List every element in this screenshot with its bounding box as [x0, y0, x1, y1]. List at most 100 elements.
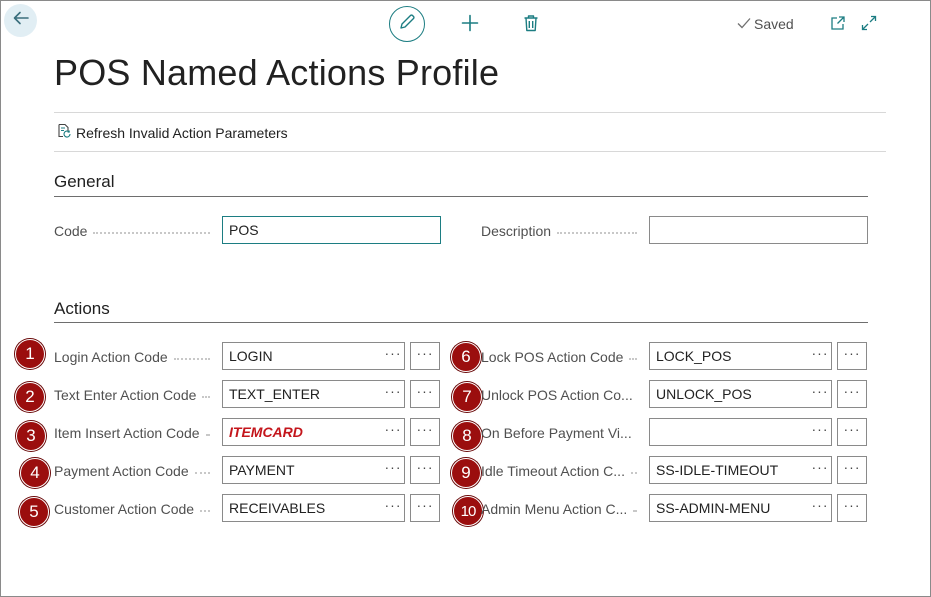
label-text: Text Enter Action Code — [54, 387, 197, 403]
label-text: Item Insert Action Code — [54, 425, 200, 441]
admin-menu-action-code-label: Admin Menu Action C... — [481, 500, 643, 518]
idle-timeout-action-code-field[interactable]: SS-IDLE-TIMEOUT ··· — [649, 456, 832, 484]
admin-menu-action-code-field[interactable]: SS-ADMIN-MENU ··· — [649, 494, 832, 522]
expand-icon — [861, 15, 877, 36]
description-field[interactable] — [649, 216, 868, 244]
lookup-ellipsis-icon[interactable]: ··· — [809, 384, 831, 404]
lookup-ellipsis-icon[interactable]: ··· — [382, 384, 404, 404]
actions-section-title: Actions — [54, 299, 110, 318]
assist-edit-button[interactable]: ··· — [837, 418, 867, 446]
field-value: RECEIVABLES — [229, 500, 326, 516]
item-insert-action-code-label: Item Insert Action Code — [54, 424, 216, 442]
unlock-pos-action-code-label: Unlock POS Action Co... — [481, 386, 643, 404]
general-section-divider — [54, 196, 868, 197]
label-text: Idle Timeout Action C... — [481, 463, 625, 479]
assist-edit-button[interactable]: ··· — [837, 342, 867, 370]
callout-badge: 5 — [19, 497, 49, 527]
lookup-ellipsis-icon[interactable]: ··· — [809, 346, 831, 366]
callout-badge: 8 — [452, 421, 482, 451]
assist-edit-button[interactable]: ··· — [837, 456, 867, 484]
plus-icon — [461, 14, 479, 37]
assist-edit-button[interactable]: ··· — [410, 380, 440, 408]
lookup-ellipsis-icon[interactable]: ··· — [809, 498, 831, 518]
label-text: Customer Action Code — [54, 501, 195, 517]
field-value: UNLOCK_POS — [656, 386, 752, 402]
callout-badge: 7 — [452, 382, 482, 412]
assist-edit-button[interactable]: ··· — [410, 494, 440, 522]
label-text: On Before Payment Vi... — [481, 425, 632, 441]
label-text: Unlock POS Action Co... — [481, 387, 633, 403]
callout-badge: 1 — [15, 339, 45, 369]
code-label: Code — [54, 222, 216, 240]
field-value-invalid: ITEMCARD — [229, 424, 303, 440]
field-value: TEXT_ENTER — [229, 386, 321, 402]
callout-badge: 4 — [20, 458, 50, 488]
on-before-payment-view-label: On Before Payment Vi... — [481, 424, 643, 442]
refresh-document-icon — [56, 123, 72, 142]
lookup-ellipsis-icon[interactable]: ··· — [382, 498, 404, 518]
label-text: Admin Menu Action C... — [481, 501, 628, 517]
lookup-ellipsis-icon[interactable]: ··· — [382, 422, 404, 442]
general-section-title: General — [54, 172, 115, 191]
open-in-new-window-icon — [830, 15, 846, 36]
login-action-code-field[interactable]: LOGIN ··· — [222, 342, 405, 370]
expand-button[interactable] — [860, 15, 878, 36]
new-button[interactable] — [459, 14, 481, 36]
back-button[interactable] — [4, 4, 37, 37]
customer-action-code-field[interactable]: RECEIVABLES ··· — [222, 494, 405, 522]
assist-edit-button[interactable]: ··· — [837, 380, 867, 408]
field-value: LOCK_POS — [656, 348, 732, 364]
payment-action-code-label: Payment Action Code — [54, 462, 216, 480]
payment-action-code-field[interactable]: PAYMENT ··· — [222, 456, 405, 484]
divider — [54, 151, 886, 152]
field-value: SS-ADMIN-MENU — [656, 500, 771, 516]
code-value: POS — [229, 222, 259, 238]
lookup-ellipsis-icon[interactable]: ··· — [809, 422, 831, 442]
unlock-pos-action-code-field[interactable]: UNLOCK_POS ··· — [649, 380, 832, 408]
divider — [54, 112, 886, 113]
lookup-ellipsis-icon[interactable]: ··· — [809, 460, 831, 480]
callout-badge: 2 — [15, 382, 45, 412]
lock-pos-action-code-label: Lock POS Action Code — [481, 348, 643, 366]
assist-edit-button[interactable]: ··· — [410, 418, 440, 446]
code-field[interactable]: POS — [222, 216, 441, 244]
pencil-icon — [398, 13, 416, 36]
login-action-code-label: Login Action Code — [54, 348, 216, 366]
lookup-ellipsis-icon[interactable]: ··· — [382, 460, 404, 480]
idle-timeout-action-code-label: Idle Timeout Action C... — [481, 462, 643, 480]
edit-button[interactable] — [389, 6, 425, 42]
refresh-invalid-action-parameters-action[interactable]: Refresh Invalid Action Parameters — [56, 123, 288, 142]
checkmark-icon — [737, 16, 751, 32]
page-title: POS Named Actions Profile — [54, 52, 500, 93]
description-label: Description — [481, 222, 643, 240]
open-new-window-button[interactable] — [829, 15, 847, 36]
trash-icon — [523, 14, 539, 37]
arrow-left-icon — [12, 9, 30, 32]
field-value: PAYMENT — [229, 462, 295, 478]
refresh-invalid-action-parameters-label: Refresh Invalid Action Parameters — [76, 124, 288, 141]
actions-section-divider — [54, 322, 868, 323]
saved-status: Saved — [737, 16, 794, 32]
lookup-ellipsis-icon[interactable]: ··· — [382, 346, 404, 366]
on-before-payment-view-field[interactable]: ··· — [649, 418, 832, 446]
code-label-text: Code — [54, 223, 88, 239]
label-text: Lock POS Action Code — [481, 349, 624, 365]
lock-pos-action-code-field[interactable]: LOCK_POS ··· — [649, 342, 832, 370]
customer-action-code-label: Customer Action Code — [54, 500, 216, 518]
item-insert-action-code-field[interactable]: ITEMCARD ··· — [222, 418, 405, 446]
callout-badge: 6 — [451, 342, 481, 372]
saved-label: Saved — [754, 16, 794, 32]
label-text: Payment Action Code — [54, 463, 189, 479]
delete-button[interactable] — [521, 14, 541, 36]
callout-badge: 9 — [451, 458, 481, 488]
callout-badge: 3 — [16, 421, 46, 451]
assist-edit-button[interactable]: ··· — [410, 342, 440, 370]
assist-edit-button[interactable]: ··· — [410, 456, 440, 484]
field-value: LOGIN — [229, 348, 273, 364]
description-label-text: Description — [481, 223, 552, 239]
callout-badge: 10 — [453, 496, 483, 526]
text-enter-action-code-field[interactable]: TEXT_ENTER ··· — [222, 380, 405, 408]
label-text: Login Action Code — [54, 349, 168, 365]
field-value: SS-IDLE-TIMEOUT — [656, 462, 779, 478]
assist-edit-button[interactable]: ··· — [837, 494, 867, 522]
